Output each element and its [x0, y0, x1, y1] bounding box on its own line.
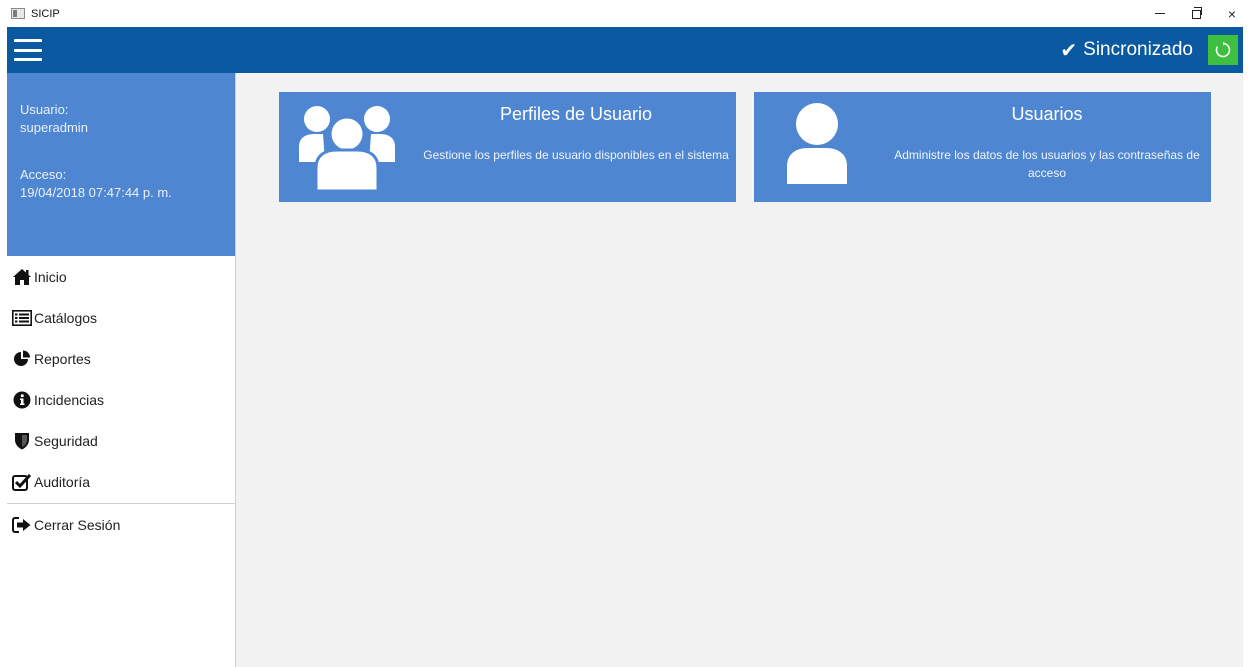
- main-content: Perfiles de Usuario Gestione los perfile…: [236, 73, 1243, 667]
- user-name: superadmin: [20, 120, 88, 135]
- sidebar-item-auditoria[interactable]: Auditoría: [7, 461, 235, 502]
- sidebar-item-label: Incidencias: [34, 391, 105, 408]
- tile-title: Perfiles de Usuario: [499, 104, 653, 124]
- pie-chart-icon: [12, 349, 32, 369]
- close-icon: ×: [1227, 5, 1237, 22]
- tile-usuarios[interactable]: Usuarios Administre los datos de los usu…: [754, 92, 1211, 202]
- window-title: SICIP: [31, 7, 60, 20]
- check-icon: ✔: [1060, 39, 1078, 62]
- tile-perfiles-de-usuario[interactable]: Perfiles de Usuario Gestione los perfile…: [279, 92, 736, 202]
- sidebar-item-seguridad[interactable]: Seguridad: [7, 420, 235, 461]
- restore-button[interactable]: [1178, 0, 1214, 27]
- user-label: Usuario:: [20, 102, 69, 117]
- close-button[interactable]: ×: [1214, 0, 1250, 27]
- refresh-icon: [1215, 41, 1231, 58]
- sync-button[interactable]: [1208, 35, 1238, 65]
- sidebar-item-reportes[interactable]: Reportes: [7, 338, 235, 379]
- access-label: Acceso:: [20, 167, 67, 182]
- app-header: ✔ Sincronizado: [7, 27, 1243, 73]
- hamburger-icon[interactable]: [14, 39, 42, 61]
- minimize-icon: [1155, 13, 1165, 14]
- restore-icon: [1191, 7, 1202, 19]
- list-icon: [12, 308, 32, 328]
- users-group-icon: [299, 106, 395, 192]
- sign-out-icon: [12, 515, 32, 535]
- shield-icon: [12, 431, 32, 451]
- home-icon: [12, 267, 32, 287]
- sidebar-item-label: Auditoría: [34, 473, 91, 490]
- window-frame-edge: [1243, 27, 1250, 667]
- user-info-panel: Usuario: superadmin Acceso: 19/04/2018 0…: [7, 73, 235, 256]
- user-icon: [787, 103, 847, 184]
- sync-status: ✔ Sincronizado: [1060, 27, 1193, 73]
- sidebar-item-catalogos[interactable]: Catálogos: [7, 297, 235, 338]
- sidebar-nav: Inicio Catálogos Reportes Incidencias Se…: [7, 256, 235, 502]
- sync-label: Sincronizado: [1083, 39, 1193, 60]
- logout-label: Cerrar Sesión: [34, 516, 121, 533]
- sidebar: Usuario: superadmin Acceso: 19/04/2018 0…: [7, 73, 236, 667]
- sidebar-item-label: Reportes: [34, 350, 91, 367]
- logout-button[interactable]: Cerrar Sesión: [7, 504, 235, 545]
- tile-description: Gestione los perfiles de usuario disponi…: [423, 148, 729, 162]
- tile-description: Administre los datos de los usuarios y l…: [894, 148, 1200, 180]
- info-icon: [12, 390, 32, 410]
- sidebar-item-label: Seguridad: [34, 432, 98, 449]
- tile-title: Usuarios: [1011, 104, 1083, 124]
- checkbox-icon: [12, 472, 32, 492]
- sidebar-item-incidencias[interactable]: Incidencias: [7, 379, 235, 420]
- sidebar-item-inicio[interactable]: Inicio: [7, 256, 235, 297]
- app-window-icon: [11, 8, 25, 19]
- access-timestamp: 19/04/2018 07:47:44 p. m.: [20, 185, 172, 200]
- sidebar-item-label: Inicio: [34, 268, 67, 285]
- window-titlebar: SICIP ×: [0, 0, 1250, 27]
- sidebar-item-label: Catálogos: [34, 309, 98, 326]
- minimize-button[interactable]: [1142, 0, 1178, 27]
